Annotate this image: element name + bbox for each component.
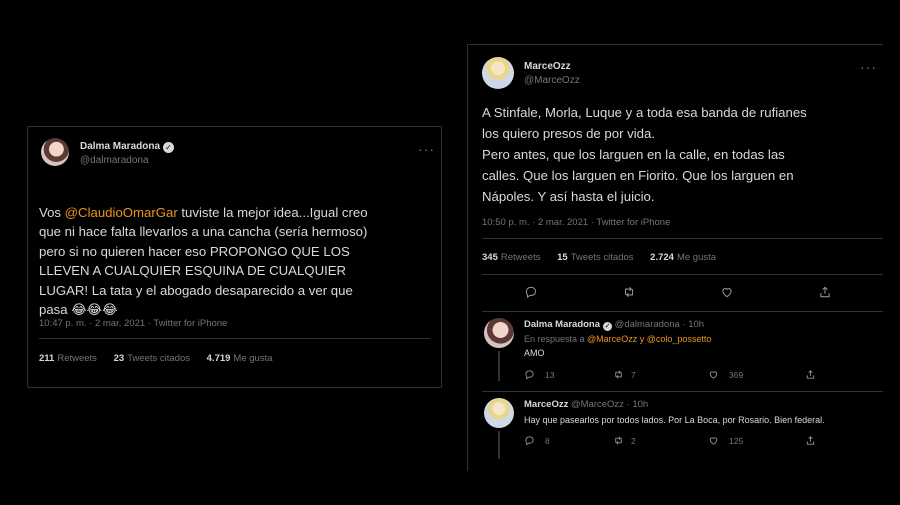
reply-author[interactable]: Dalma Maradona ✓ @dalmaradona · 10h (524, 319, 704, 331)
avatar[interactable] (484, 318, 514, 348)
reply-text: AMO (524, 348, 545, 358)
left-tweet-card: Dalma Maradona ✓ @dalmaradona ··· Vos @Cl… (27, 126, 442, 388)
retweets-stat[interactable]: 345 Retweets (482, 252, 540, 263)
mention-link[interactable]: @ClaudioOmarGar (65, 205, 178, 220)
reply-mentions[interactable]: @MarceOzz y @colo_possetto (587, 334, 711, 344)
reply-text: Hay que pasearlos por todos lados. Por L… (524, 415, 825, 425)
retweet-count: 2 (631, 436, 636, 446)
retweets-stat[interactable]: 211 Retweets (39, 353, 97, 364)
in-reply-to: En respuesta a @MarceOzz y @colo_possett… (524, 334, 712, 344)
tweet-stats: 345 Retweets 15 Tweets citados 2.724 Me gus… (482, 252, 730, 263)
avatar[interactable] (41, 138, 69, 166)
author-handle[interactable]: @dalmaradona (80, 155, 149, 166)
heart-icon[interactable] (708, 435, 719, 449)
more-icon[interactable]: ··· (860, 60, 877, 74)
right-tweet-card: MarceOzz @MarceOzz ··· A Stinfale, Morla… (467, 44, 883, 471)
divider (482, 391, 883, 392)
divider (482, 238, 883, 239)
avatar[interactable] (484, 398, 514, 428)
retweet-icon[interactable] (622, 285, 636, 299)
author-name[interactable]: MarceOzz (524, 61, 571, 72)
heart-icon[interactable] (720, 285, 734, 299)
like-count: 125 (729, 436, 744, 446)
reply-author[interactable]: MarceOzz @MarceOzz · 10h (524, 399, 648, 410)
likes-stat[interactable]: 2.724 Me gusta (650, 252, 716, 263)
share-icon[interactable] (818, 285, 832, 299)
thread-line (498, 431, 500, 459)
avatar[interactable] (482, 57, 514, 89)
thread-line (498, 351, 500, 381)
verified-icon: ✓ (163, 142, 175, 153)
like-count: 369 (729, 370, 744, 380)
reply-count: 13 (545, 370, 555, 380)
retweet-count: 7 (631, 370, 636, 380)
divider (482, 311, 883, 312)
divider (482, 274, 883, 275)
share-icon[interactable] (805, 435, 816, 449)
retweet-icon[interactable] (613, 435, 624, 449)
tweet-stats: 211 Retweets 23 Tweets citados 4.719 Me gus… (39, 353, 287, 364)
reply-icon[interactable] (524, 435, 535, 449)
share-icon[interactable] (805, 369, 816, 383)
likes-stat[interactable]: 4.719 Me gusta (207, 353, 273, 364)
divider (39, 338, 430, 339)
verified-icon: ✓ (603, 322, 613, 331)
author-handle[interactable]: @MarceOzz (524, 75, 580, 86)
heart-icon[interactable] (708, 369, 719, 383)
author-name[interactable]: Dalma Maradona ✓ (80, 141, 175, 153)
tweet-text: Vos @ClaudioOmarGar tuviste la mejor ide… (39, 204, 368, 318)
reply-icon[interactable] (524, 285, 538, 299)
tweet-meta[interactable]: 10:50 p. m. · 2 mar. 2021 · Twitter for … (482, 217, 670, 228)
more-icon[interactable]: ··· (418, 142, 435, 156)
retweet-icon[interactable] (613, 369, 624, 383)
quotes-stat[interactable]: 15 Tweets citados (557, 252, 633, 263)
reply-count: 8 (545, 436, 550, 446)
tweet-text: A Stinfale, Morla, Luque y a toda esa ba… (482, 105, 807, 204)
quotes-stat[interactable]: 23 Tweets citados (114, 353, 190, 364)
reply-icon[interactable] (524, 369, 535, 383)
tweet-meta[interactable]: 10:47 p. m. · 2 mar. 2021 · Twitter for … (39, 318, 227, 329)
